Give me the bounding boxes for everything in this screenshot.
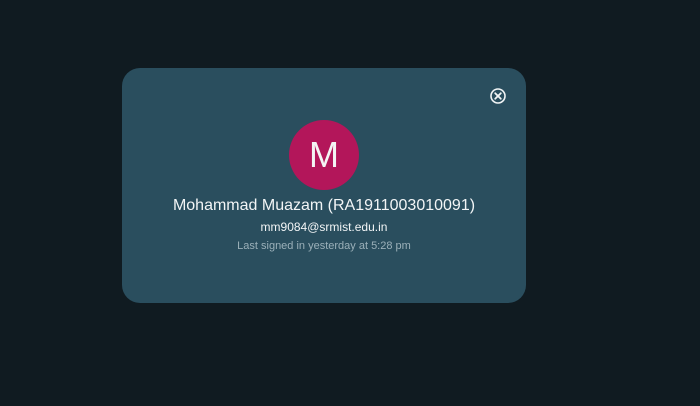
last-signed-in-text: Last signed in yesterday at 5:28 pm [237,240,411,252]
account-email: mm9084@srmist.edu.in [260,220,388,234]
account-card: M Mohammad Muazam (RA1911003010091) mm90… [122,68,526,303]
close-button[interactable] [489,87,507,105]
close-circle-icon [490,88,506,104]
account-name: Mohammad Muazam (RA1911003010091) [172,197,476,214]
avatar: M [289,120,359,190]
